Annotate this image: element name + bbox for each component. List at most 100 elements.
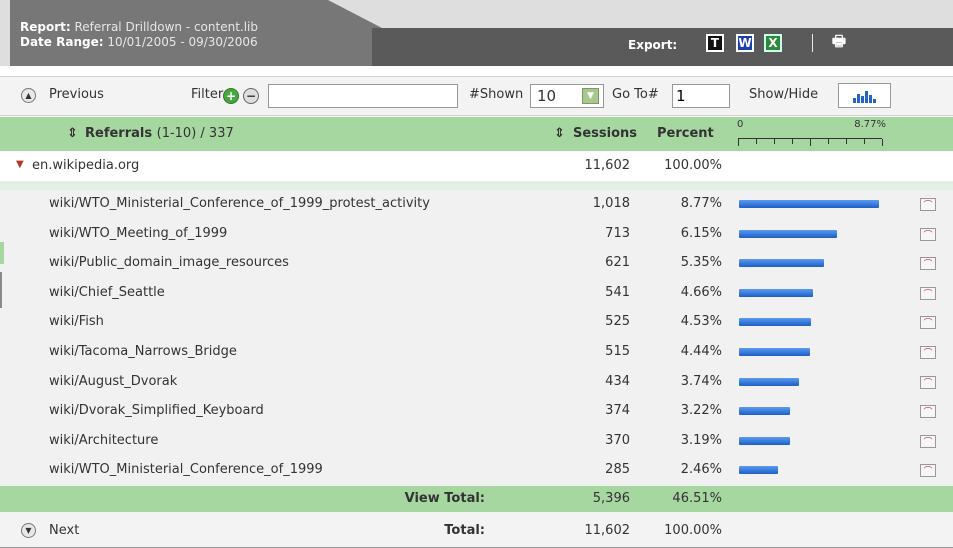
export-divider bbox=[812, 34, 813, 52]
share-bar bbox=[739, 436, 790, 445]
goto-input[interactable] bbox=[672, 84, 730, 108]
table-row[interactable]: wiki/Dvorak_Simplified_Keyboard 374 3.22% ⌒ bbox=[0, 397, 953, 426]
export-label: Export: bbox=[628, 38, 678, 52]
filter-add-icon[interactable]: + bbox=[223, 88, 239, 104]
table-row[interactable]: wiki/WTO_Meeting_of_1999 713 6.15% ⌒ bbox=[0, 220, 953, 249]
next-arrow-icon[interactable]: ▼ bbox=[21, 523, 36, 538]
previous-arrow-icon[interactable]: ▲ bbox=[21, 88, 36, 103]
trend-graph-icon[interactable]: ⌒ bbox=[920, 405, 936, 419]
table-row[interactable]: wiki/Chief_Seattle 541 4.66% ⌒ bbox=[0, 279, 953, 308]
referral-name[interactable]: wiki/August_Dvorak bbox=[49, 374, 177, 389]
share-bar bbox=[739, 229, 837, 238]
referral-name[interactable]: wiki/WTO_Ministerial_Conference_of_1999_… bbox=[49, 196, 430, 211]
filter-remove-icon[interactable]: − bbox=[243, 88, 259, 104]
collapse-icon[interactable]: ▼ bbox=[16, 159, 24, 170]
table-row[interactable]: wiki/Architecture 370 3.19% ⌒ bbox=[0, 427, 953, 456]
sessions-sort-icon[interactable]: ⇕ bbox=[554, 126, 565, 141]
parent-sessions: 11,602 bbox=[584, 158, 631, 173]
referral-name[interactable]: wiki/WTO_Meeting_of_1999 bbox=[49, 226, 227, 241]
referrals-title: Referrals bbox=[85, 126, 153, 141]
total-label: Total: bbox=[444, 523, 485, 538]
showhide-label: Show/Hide bbox=[749, 87, 819, 102]
table-row[interactable]: wiki/WTO_Ministerial_Conference_of_1999_… bbox=[0, 190, 953, 219]
trend-graph-icon[interactable]: ⌒ bbox=[920, 464, 936, 478]
total-sessions: 11,602 bbox=[584, 523, 631, 538]
referral-name[interactable]: wiki/Dvorak_Simplified_Keyboard bbox=[49, 403, 264, 418]
row-percent: 4.66% bbox=[680, 284, 722, 300]
referral-name[interactable]: wiki/WTO_Ministerial_Conference_of_1999 bbox=[49, 462, 323, 477]
table-row[interactable]: wiki/August_Dvorak 434 3.74% ⌒ bbox=[0, 368, 953, 397]
view-total-row: View Total: 5,396 46.51% bbox=[0, 486, 953, 512]
chevron-down-icon[interactable]: ▼ bbox=[582, 88, 599, 104]
row-sessions: 434 bbox=[605, 373, 630, 389]
parent-name: en.wikipedia.org bbox=[32, 158, 140, 173]
trend-graph-icon[interactable]: ⌒ bbox=[920, 434, 936, 448]
scale-tick bbox=[828, 139, 829, 144]
table-row[interactable]: wiki/Fish 525 4.53% ⌒ bbox=[0, 308, 953, 337]
row-sessions: 621 bbox=[605, 255, 630, 271]
referral-name[interactable]: wiki/Fish bbox=[49, 314, 104, 329]
trend-graph-icon[interactable]: ⌒ bbox=[920, 286, 936, 300]
print-icon[interactable]: 🖶 bbox=[830, 32, 848, 52]
row-sessions: 285 bbox=[605, 462, 630, 478]
row-percent: 6.15% bbox=[680, 225, 722, 241]
scale-tick bbox=[774, 139, 775, 144]
row-percent: 3.22% bbox=[680, 403, 722, 419]
total-percent: 100.00% bbox=[664, 523, 722, 538]
table-row[interactable]: wiki/Tacoma_Narrows_Bridge 515 4.44% ⌒ bbox=[0, 338, 953, 367]
report-root: Report: Referral Drilldown - content.lib… bbox=[0, 0, 953, 548]
scale-tick bbox=[846, 139, 847, 144]
scale-min: 0 bbox=[737, 119, 744, 130]
row-percent: 5.35% bbox=[680, 255, 722, 271]
row-sessions: 370 bbox=[605, 432, 630, 448]
previous-link[interactable]: Previous bbox=[49, 87, 104, 102]
export-text-icon[interactable]: T bbox=[706, 34, 724, 52]
shown-select[interactable]: 10 ▼ bbox=[530, 84, 604, 108]
referral-name[interactable]: wiki/Tacoma_Narrows_Bridge bbox=[49, 344, 237, 359]
sort-icon[interactable]: ⇕ bbox=[67, 126, 78, 141]
referrals-column-header[interactable]: Referrals (1-10) / 337 bbox=[85, 126, 234, 141]
trend-graph-icon[interactable]: ⌒ bbox=[920, 316, 936, 330]
trend-graph-icon[interactable]: ⌒ bbox=[920, 198, 936, 211]
referral-name[interactable]: wiki/Chief_Seattle bbox=[49, 285, 165, 300]
share-bar bbox=[739, 318, 811, 327]
trend-graph-icon[interactable]: ⌒ bbox=[920, 346, 936, 359]
sessions-column-header[interactable]: Sessions bbox=[573, 126, 637, 141]
referral-name[interactable]: wiki/Architecture bbox=[49, 433, 158, 448]
referral-name[interactable]: wiki/Public_domain_image_resources bbox=[49, 255, 289, 270]
report-label: Report: bbox=[20, 20, 71, 34]
row-sessions: 713 bbox=[605, 225, 630, 241]
row-percent: 4.53% bbox=[680, 314, 722, 330]
report-title: Report: Referral Drilldown - content.lib bbox=[20, 20, 258, 34]
row-sessions: 515 bbox=[605, 344, 630, 359]
column-header: ⇕ Referrals (1-10) / 337 ⇕ Sessions Perc… bbox=[0, 117, 953, 151]
parent-percent: 100.00% bbox=[664, 158, 722, 173]
side-edge-border bbox=[0, 272, 2, 308]
date-range-value: 10/01/2005 - 09/30/2006 bbox=[107, 35, 258, 49]
scale-tick bbox=[792, 139, 793, 144]
next-link[interactable]: Next bbox=[49, 523, 79, 538]
date-range: Date Range: 10/01/2005 - 09/30/2006 bbox=[20, 35, 258, 49]
row-spacer bbox=[0, 181, 953, 190]
row-percent: 3.19% bbox=[680, 432, 722, 448]
trend-graph-icon[interactable]: ⌒ bbox=[920, 227, 936, 241]
export-word-icon[interactable]: W bbox=[736, 34, 754, 52]
scale-max: 8.77% bbox=[854, 119, 886, 130]
table-row[interactable]: wiki/Public_domain_image_resources 621 5.3… bbox=[0, 249, 953, 278]
filter-input[interactable] bbox=[268, 84, 458, 108]
export-excel-icon[interactable]: X bbox=[764, 34, 782, 52]
row-percent: 8.77% bbox=[680, 196, 722, 211]
share-bar bbox=[739, 407, 790, 416]
trend-graph-icon[interactable]: ⌒ bbox=[920, 375, 936, 389]
view-total-percent: 46.51% bbox=[672, 491, 722, 506]
share-bar bbox=[739, 377, 799, 386]
bar-chart-toggle-icon[interactable] bbox=[838, 83, 891, 108]
scale-tick bbox=[864, 139, 865, 144]
table-row[interactable]: wiki/WTO_Ministerial_Conference_of_1999 2… bbox=[0, 456, 953, 485]
percent-column-header[interactable]: Percent bbox=[657, 126, 714, 141]
row-percent: 3.74% bbox=[680, 373, 722, 389]
date-range-label: Date Range: bbox=[20, 35, 104, 49]
trend-graph-icon[interactable]: ⌒ bbox=[920, 257, 936, 271]
parent-row[interactable]: ▼ en.wikipedia.org 11,602 100.00% bbox=[0, 152, 953, 181]
row-percent: 4.44% bbox=[680, 344, 722, 359]
